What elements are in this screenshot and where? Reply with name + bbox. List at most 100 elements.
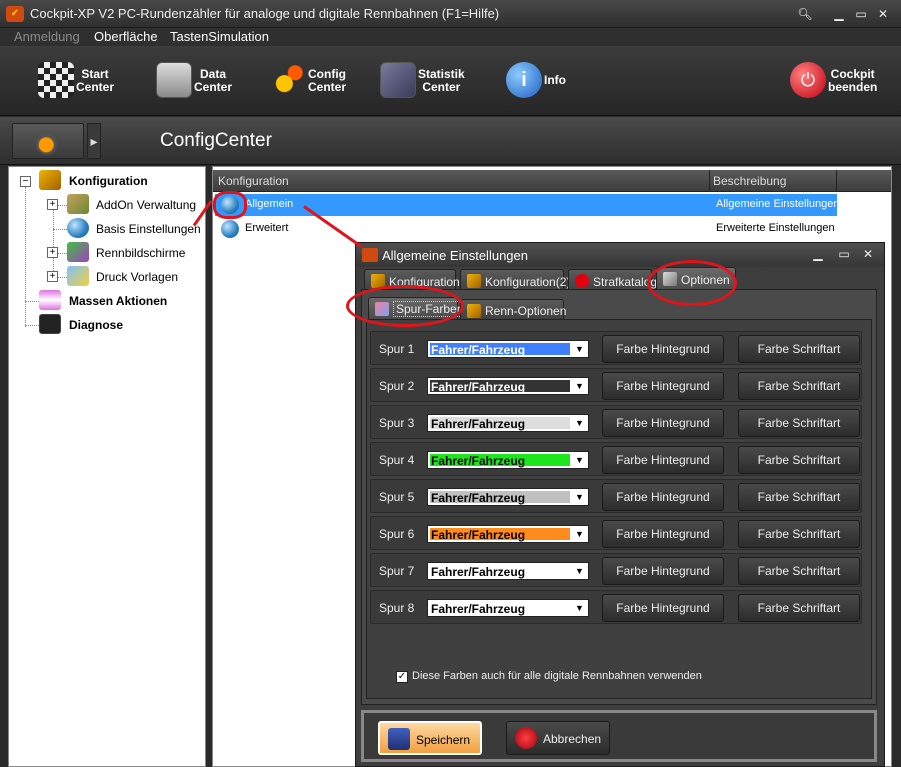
font-color-button[interactable]: Farbe Schriftart xyxy=(738,483,860,511)
expand-druck-vorlagen[interactable]: + xyxy=(47,271,58,282)
close-icon[interactable]: ✕ xyxy=(860,247,876,261)
font-color-button[interactable]: Farbe Schriftart xyxy=(738,409,860,437)
search-icon[interactable]: 🔍︎ xyxy=(796,6,814,22)
background-color-button[interactable]: Farbe Hintegrund xyxy=(602,446,724,474)
digital-colors-checkbox[interactable]: ✓ xyxy=(396,671,408,683)
config-tree: − Konfiguration + AddOn Verwaltung Basis… xyxy=(8,166,206,767)
chevron-down-icon[interactable]: ▼ xyxy=(571,341,588,357)
subtab-renn-optionen[interactable]: Renn-Optionen xyxy=(460,299,566,319)
cockpit-beenden-line1: Cockpit xyxy=(830,67,875,81)
lane-select-value: Fahrer/Fahrzeug xyxy=(431,528,526,542)
print-template-icon xyxy=(67,266,89,286)
lane-row: Spur 7 Fahrer/Fahrzeug ▼ Farbe Hintegrund Fa… xyxy=(370,553,862,587)
lane-display-select[interactable]: Fahrer/Fahrzeug ▼ xyxy=(427,599,589,617)
data-center-line2: Center xyxy=(194,80,233,94)
start-center-button[interactable]: Start Center xyxy=(38,52,128,110)
chart-icon xyxy=(380,62,416,98)
chevron-down-icon[interactable]: ▼ xyxy=(571,415,588,431)
globe-icon xyxy=(67,218,89,238)
background-color-button[interactable]: Farbe Hintegrund xyxy=(602,483,724,511)
start-center-line2: Center xyxy=(76,80,115,94)
minimize-icon[interactable]: ▁ xyxy=(810,247,826,261)
restore-icon[interactable]: ▭ xyxy=(852,6,870,22)
menu-tastensimulation[interactable]: TastenSimulation xyxy=(170,29,269,44)
font-color-button[interactable]: Farbe Schriftart xyxy=(738,557,860,585)
list-row-erweitert[interactable]: Erweitert Erweiterte Einstellungen xyxy=(215,218,837,240)
font-color-button[interactable]: Farbe Schriftart xyxy=(738,372,860,400)
lane-row: Spur 3 Fahrer/Fahrzeug ▼ Farbe Hintegrund Fa… xyxy=(370,405,862,439)
cancel-button[interactable]: Abbrechen xyxy=(506,721,610,755)
dialog-title-bar: Allgemeine Einstellungen ▁ ▭ ✕ xyxy=(356,243,884,267)
chevron-down-icon[interactable]: ▼ xyxy=(571,563,588,579)
lane-row: Spur 8 Fahrer/Fahrzeug ▼ Farbe Hintegrund Fa… xyxy=(370,590,862,624)
lane-select-value: Fahrer/Fahrzeug xyxy=(431,380,526,394)
expand-rennbildschirme[interactable]: + xyxy=(47,247,58,258)
lane-display-select[interactable]: Fahrer/Fahrzeug ▼ xyxy=(427,525,589,543)
column-konfiguration[interactable]: Konfiguration xyxy=(218,174,289,188)
background-color-button[interactable]: Farbe Hintegrund xyxy=(602,594,724,622)
start-center-line1: Start xyxy=(81,67,109,81)
maximize-icon[interactable]: ▭ xyxy=(836,247,852,261)
font-color-button[interactable]: Farbe Schriftart xyxy=(738,520,860,548)
font-color-button[interactable]: Farbe Schriftart xyxy=(738,335,860,363)
cockpit-beenden-line2: beenden xyxy=(828,80,878,94)
lane-display-select[interactable]: Fahrer/Fahrzeug ▼ xyxy=(427,488,589,506)
tab-konfiguration-2[interactable]: Konfiguration(2) xyxy=(460,269,570,291)
statistik-center-button[interactable]: Statistik Center xyxy=(380,52,480,110)
tree-massen-aktionen[interactable]: Massen Aktionen xyxy=(69,294,167,308)
lane-display-select[interactable]: Fahrer/Fahrzeug ▼ xyxy=(427,562,589,580)
save-button[interactable]: Speichern xyxy=(378,721,482,755)
info-button[interactable]: i Info xyxy=(506,52,576,110)
lane-display-select[interactable]: Fahrer/Fahrzeug ▼ xyxy=(427,377,589,395)
config-center-line1: Config xyxy=(308,67,346,81)
row-desc: Allgemeine Einstellungen xyxy=(716,198,840,210)
background-color-button[interactable]: Farbe Hintegrund xyxy=(602,557,724,585)
chevron-down-icon[interactable]: ▼ xyxy=(571,600,588,616)
highlight-spur-farben xyxy=(346,285,464,327)
list-row-allgemein[interactable]: Allgemein Allgemeine Einstellungen xyxy=(215,194,840,216)
tree-druck-vorlagen[interactable]: Druck Vorlagen xyxy=(96,270,178,284)
tree-konfiguration[interactable]: Konfiguration xyxy=(69,174,148,188)
diagnose-icon xyxy=(39,314,61,334)
tree-diagnose[interactable]: Diagnose xyxy=(69,318,123,332)
tree-basis-einstellungen[interactable]: Basis Einstellungen xyxy=(96,222,201,236)
screens-icon xyxy=(67,242,89,262)
minimize-icon[interactable]: ▁ xyxy=(830,6,848,22)
config-center-button[interactable]: Config Center xyxy=(270,52,360,110)
lane-label: Spur 5 xyxy=(379,490,415,504)
font-color-button[interactable]: Farbe Schriftart xyxy=(738,594,860,622)
chevron-down-icon[interactable]: ▼ xyxy=(571,378,588,394)
cockpit-app-icon: ✓ xyxy=(6,6,24,22)
lane-display-select[interactable]: Fahrer/Fahrzeug ▼ xyxy=(427,414,589,432)
lane-row: Spur 4 Fahrer/Fahrzeug ▼ Farbe Hintegrund Fa… xyxy=(370,442,862,476)
lane-display-select[interactable]: Fahrer/Fahrzeug ▼ xyxy=(427,340,589,358)
column-beschreibung[interactable]: Beschreibung xyxy=(713,174,786,188)
lane-label: Spur 7 xyxy=(379,564,415,578)
info-icon: i xyxy=(506,62,542,98)
collapse-konfiguration[interactable]: − xyxy=(20,176,31,187)
font-color-button[interactable]: Farbe Schriftart xyxy=(738,446,860,474)
cockpit-beenden-button[interactable]: ⏻ Cockpit beenden xyxy=(790,52,890,110)
config-center-header: ▸ ConfigCenter xyxy=(0,117,901,165)
background-color-button[interactable]: Farbe Hintegrund xyxy=(602,520,724,548)
config-dropdown-arrow[interactable]: ▸ xyxy=(87,123,101,159)
tree-rennbildschirme[interactable]: Rennbildschirme xyxy=(96,246,185,260)
background-color-button[interactable]: Farbe Hintegrund xyxy=(602,409,724,437)
close-icon[interactable]: ✕ xyxy=(874,6,892,22)
highlight-optionen xyxy=(647,260,737,306)
expand-addon[interactable]: + xyxy=(47,199,58,210)
tab-strafkatalog[interactable]: Strafkatalog xyxy=(568,269,657,291)
background-color-button[interactable]: Farbe Hintegrund xyxy=(602,372,724,400)
chevron-down-icon[interactable]: ▼ xyxy=(571,526,588,542)
lane-select-value: Fahrer/Fahrzeug xyxy=(431,491,526,505)
lane-display-select[interactable]: Fahrer/Fahrzeug ▼ xyxy=(427,451,589,469)
chevron-down-icon[interactable]: ▼ xyxy=(571,452,588,468)
config-gears-button[interactable] xyxy=(12,123,84,159)
chevron-down-icon[interactable]: ▼ xyxy=(571,489,588,505)
tree-addon-verwaltung[interactable]: AddOn Verwaltung xyxy=(96,198,196,212)
data-center-button[interactable]: Data Center xyxy=(156,52,246,110)
menu-oberflaeche[interactable]: Oberfläche xyxy=(94,29,158,44)
background-color-button[interactable]: Farbe Hintegrund xyxy=(602,335,724,363)
no-entry-icon xyxy=(575,274,589,288)
menu-anmeldung[interactable]: Anmeldung xyxy=(14,29,80,44)
